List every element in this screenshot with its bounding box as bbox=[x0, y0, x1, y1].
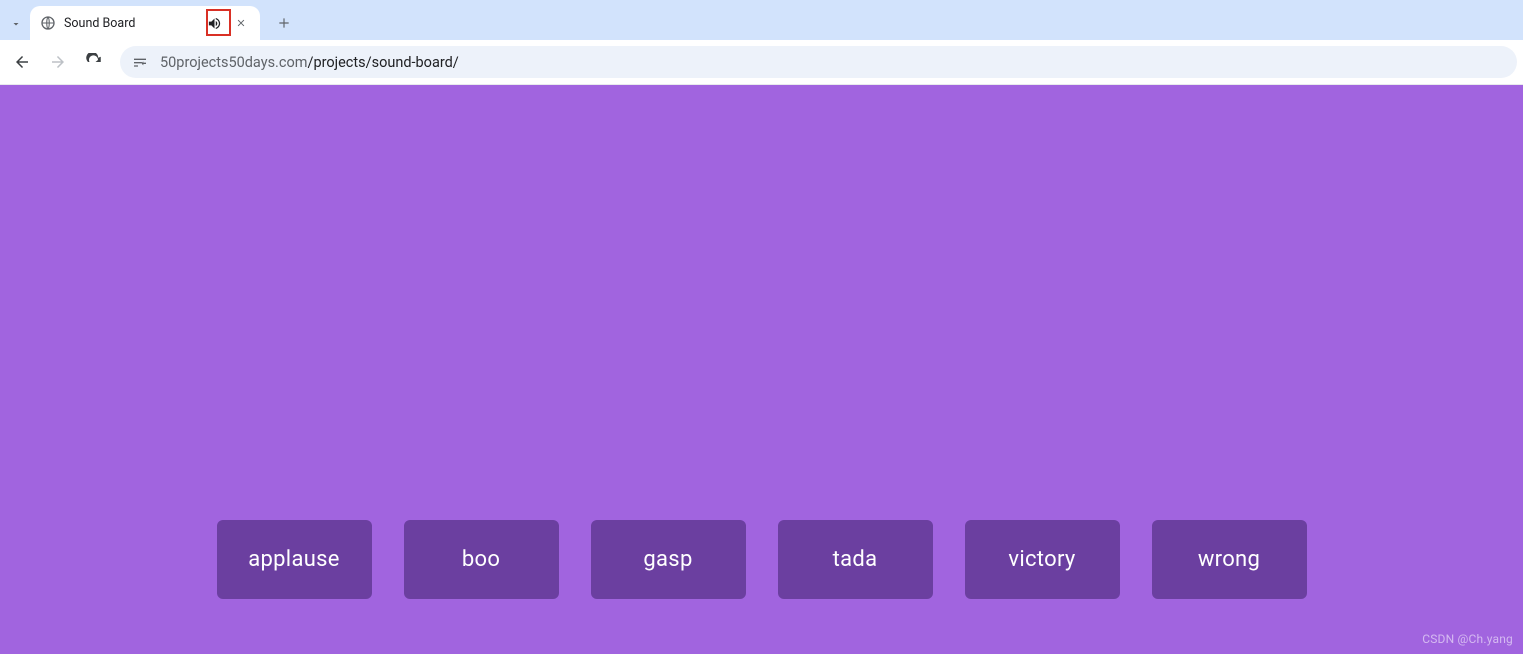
sound-button-boo[interactable]: boo bbox=[404, 520, 559, 599]
sound-button-row: applause boo gasp tada victory wrong bbox=[0, 520, 1523, 599]
tune-icon bbox=[132, 54, 148, 70]
page-content: applause boo gasp tada victory wrong CSD… bbox=[0, 85, 1523, 654]
tab-title: Sound Board bbox=[64, 16, 196, 31]
sound-button-gasp[interactable]: gasp bbox=[591, 520, 746, 599]
address-bar[interactable]: 50projects50days.com/projects/sound-boar… bbox=[120, 46, 1517, 78]
chevron-down-icon bbox=[10, 18, 22, 30]
new-tab-button[interactable] bbox=[270, 9, 298, 37]
back-button[interactable] bbox=[6, 46, 38, 78]
forward-button[interactable] bbox=[42, 46, 74, 78]
arrow-left-icon bbox=[13, 53, 31, 71]
sound-button-tada[interactable]: tada bbox=[778, 520, 933, 599]
url-host: 50projects50days.com bbox=[160, 54, 307, 71]
tab-strip: Sound Board bbox=[0, 0, 1523, 40]
arrow-right-icon bbox=[49, 53, 67, 71]
sound-button-applause[interactable]: applause bbox=[217, 520, 372, 599]
reload-button[interactable] bbox=[78, 46, 110, 78]
close-icon bbox=[236, 18, 246, 28]
tabs-dropdown-button[interactable] bbox=[4, 8, 28, 40]
site-settings-button[interactable] bbox=[130, 52, 150, 72]
browser-tab[interactable]: Sound Board bbox=[30, 6, 260, 40]
watermark-text: CSDN @Ch.yang bbox=[1422, 632, 1513, 646]
url-path: /projects/sound-board/ bbox=[307, 54, 458, 71]
audio-playing-icon[interactable] bbox=[204, 13, 224, 33]
plus-icon bbox=[277, 16, 291, 30]
browser-chrome: Sound Board 50projects50 bbox=[0, 0, 1523, 85]
url-text: 50projects50days.com/projects/sound-boar… bbox=[160, 54, 459, 71]
globe-icon bbox=[40, 15, 56, 31]
close-tab-button[interactable] bbox=[232, 14, 250, 32]
reload-icon bbox=[85, 53, 103, 71]
sound-button-victory[interactable]: victory bbox=[965, 520, 1120, 599]
browser-toolbar: 50projects50days.com/projects/sound-boar… bbox=[0, 40, 1523, 85]
sound-button-wrong[interactable]: wrong bbox=[1152, 520, 1307, 599]
